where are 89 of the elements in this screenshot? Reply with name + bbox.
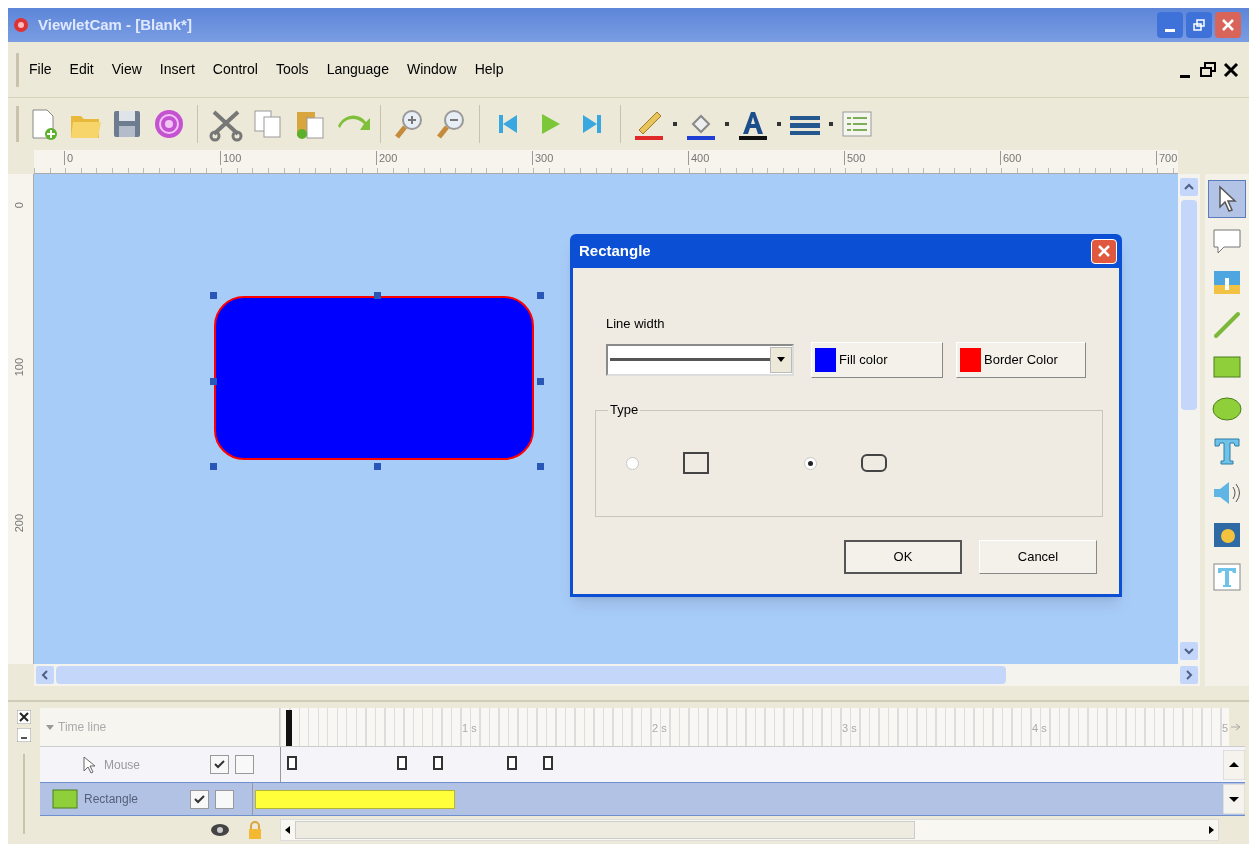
time-label: 2 s [652,721,667,736]
selection-handle[interactable] [537,292,544,299]
fill-color-button[interactable]: Fill color [811,341,943,378]
minimize-icon[interactable] [17,728,31,742]
ruler-label: 200 [376,151,398,165]
keyframe-marker[interactable] [433,756,443,771]
keyframe-marker[interactable] [507,756,517,771]
ruler-label: 200 [12,514,24,533]
pointer-icon [80,754,98,775]
menu-item[interactable]: Control [210,59,260,80]
selection-handle[interactable] [373,292,381,299]
selection-handle[interactable] [210,463,217,470]
radio-button[interactable] [626,456,639,470]
selection-handle[interactable] [537,463,544,470]
selection-handle[interactable] [210,292,217,299]
lock-icon [248,821,262,840]
scrollbar-thumb[interactable] [295,821,915,840]
ruler-label: 700 [1156,151,1178,165]
dialog-title: Rectangle [579,240,651,261]
menu-item[interactable]: File [27,59,54,80]
menu-item[interactable]: Tools [273,59,311,80]
ruler-label: 300 [532,151,554,165]
horizontal-scrollbar[interactable] [34,664,1200,686]
ruler-label: 600 [1000,151,1022,165]
menu-item[interactable]: Edit [67,59,96,80]
dialog-button[interactable]: OK [844,540,962,574]
dropdown-arrow-icon [777,357,786,362]
time-label: 1 s [462,721,477,736]
line-sample-icon [610,357,770,362]
ruler-label: 100 [220,151,242,165]
menu-item[interactable]: Help [472,59,506,80]
lock-checkbox[interactable] [235,755,254,775]
square-icon [683,452,709,474]
text-frame-icon [1210,560,1244,594]
field-label: Line width [606,315,666,333]
line-width-dropdown[interactable] [606,343,795,376]
keyframe-marker[interactable] [543,756,553,771]
selection-handle[interactable] [537,377,544,385]
minimize-button[interactable] [1157,12,1183,38]
ruler-label: 0 [12,202,24,209]
checkmark-icon [194,794,205,804]
lock-checkbox[interactable] [215,789,234,809]
selection-handle[interactable] [210,377,217,385]
time-label: 5 [1222,721,1229,736]
duration-bar[interactable] [255,789,455,809]
close-icon[interactable] [17,710,31,724]
close-button[interactable] [1091,238,1117,264]
close-button[interactable] [1215,12,1241,38]
selection-handle[interactable] [373,463,381,470]
menu-item[interactable]: Language [324,59,391,80]
collapse-arrow-icon[interactable] [46,723,54,732]
time-label: 4 s [1032,721,1047,736]
keyframe-marker[interactable] [287,756,297,771]
track-name: Mouse [104,756,142,774]
menu-item[interactable]: View [109,59,144,80]
app-logo-icon [12,16,30,34]
timeline-title: Time line [58,719,107,737]
close-icon [1222,19,1234,31]
time-label: 3 s [842,721,857,736]
close-icon [1098,245,1110,257]
eye-icon [210,822,230,839]
restore-icon [1193,19,1205,31]
radio-button[interactable] [804,456,817,470]
rounded-rectangle-icon [861,454,887,472]
ruler-label: 400 [688,151,710,165]
tool-button[interactable] [1208,180,1246,218]
timeline-scrollbar[interactable] [280,819,1219,842]
minimize-icon [1165,29,1175,32]
keyframe-marker[interactable] [397,756,407,771]
ruler-label: 500 [844,151,866,165]
dialog-button[interactable]: Cancel [979,540,1097,574]
checkmark-icon [214,760,225,770]
vertical-scrollbar[interactable] [1178,174,1200,664]
scroll-down-icon[interactable] [1223,784,1245,815]
scrollbar-thumb[interactable] [1181,200,1197,410]
menu-item[interactable]: Window [404,59,459,80]
scroll-up-icon[interactable] [1223,749,1245,780]
restore-button[interactable] [1186,12,1212,38]
border-color-button[interactable]: Border Color [956,341,1086,378]
window-title: ViewletCam - [Blank*] [38,14,192,35]
ruler-label: 100 [12,358,24,377]
visibility-checkbox[interactable] [210,755,229,775]
rectangle-icon [52,788,78,811]
scrollbar-thumb[interactable] [56,666,1006,684]
ruler-label: 0 [64,151,74,165]
track-name: Rectangle [84,791,140,809]
timeline-track-row[interactable]: Rectangle [40,781,1245,817]
visibility-checkbox[interactable] [190,789,209,809]
menu-item[interactable]: Insert [157,59,197,80]
